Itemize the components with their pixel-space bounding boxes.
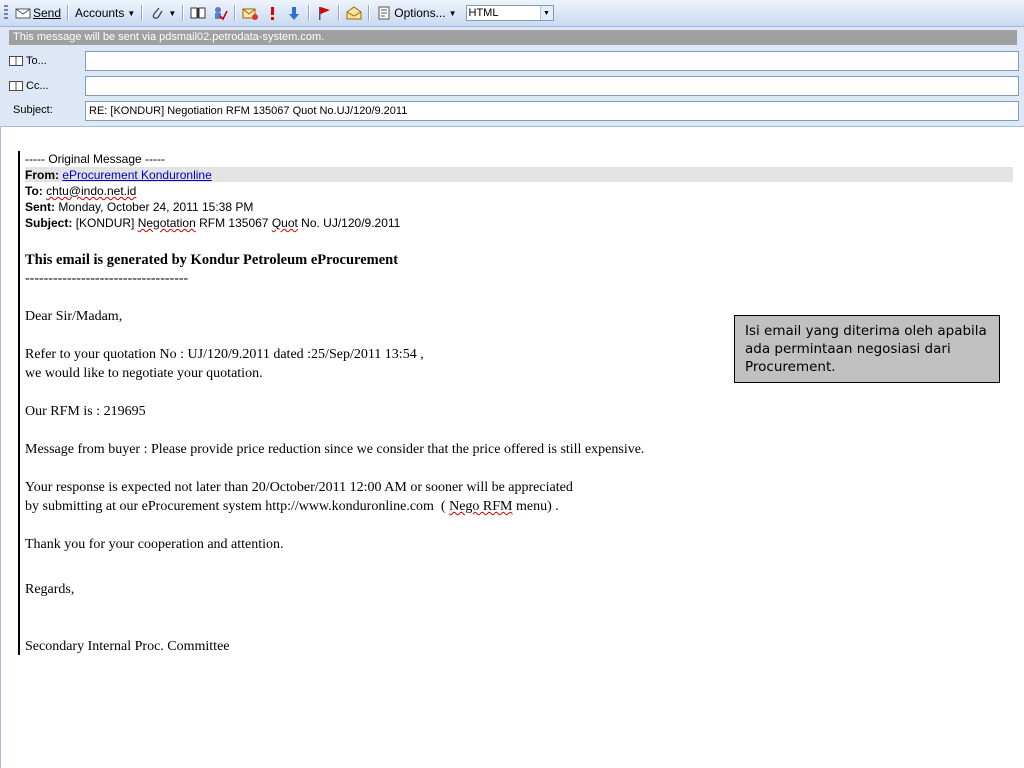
sent-value: Monday, October 24, 2011 15:38 PM: [58, 200, 254, 214]
exclamation-icon: [264, 5, 280, 21]
permission-button[interactable]: [343, 3, 365, 23]
body-heading: This email is generated by Kondur Petrol…: [25, 252, 399, 268]
toolbar-grip[interactable]: [4, 5, 8, 21]
paperclip-icon: [149, 5, 165, 21]
options-button[interactable]: Options... ▼: [373, 3, 459, 23]
address-book-button[interactable]: [187, 3, 209, 23]
original-sent: Sent: Monday, October 24, 2011 15:38 PM: [25, 200, 253, 214]
original-from: From: eProcurement Konduronline: [25, 168, 212, 182]
accounts-button[interactable]: Accounts ▼: [72, 3, 138, 23]
subject-row: Subject: RE: [KONDUR] Negotiation RFM 13…: [0, 101, 1024, 121]
response-line-2: by submitting at our eProcurement system…: [25, 499, 559, 514]
message-header: This message will be sent via pdsmail02.…: [0, 27, 1024, 127]
to-button[interactable]: To...: [9, 51, 75, 71]
from-link[interactable]: eProcurement Konduronline: [62, 168, 211, 182]
greeting: Dear Sir/Madam,: [25, 309, 123, 324]
compose-toolbar: Send Accounts ▼ ▼ Options... ▼ HTML ▼: [0, 0, 1024, 27]
subject-field[interactable]: RE: [KONDUR] Negotiation RFM 135067 Quot…: [85, 101, 1019, 121]
original-subject: Subject: [KONDUR] Negotation RFM 135067 …: [25, 216, 401, 230]
original-to: To: chtu@indo.net.id: [25, 184, 136, 198]
accounts-label: Accounts: [75, 6, 125, 20]
message-format-value: HTML: [468, 7, 499, 19]
to-label: To:: [25, 184, 43, 198]
regards-line: Regards,: [25, 582, 75, 597]
envelope-options-icon: [242, 5, 259, 21]
cc-row: Cc...: [0, 76, 1024, 96]
annotation-callout: Isi email yang diterima oleh apabila ada…: [734, 315, 1000, 383]
arrow-down-icon: [286, 5, 302, 21]
original-message-marker: ----- Original Message -----: [25, 152, 166, 166]
message-options-button[interactable]: [239, 3, 261, 23]
cc-field[interactable]: [85, 76, 1019, 96]
info-bar: This message will be sent via pdsmail02.…: [9, 30, 1017, 45]
envelope-open-icon: [346, 5, 362, 21]
nego-rfm-text: Nego RFM: [449, 499, 513, 514]
body-line-1: Refer to your quotation No : UJ/120/9.20…: [25, 347, 424, 362]
cc-label: Cc...: [26, 80, 49, 92]
quote-bar: [18, 151, 20, 655]
sent-label: Sent:: [25, 200, 55, 214]
send-label: Send: [33, 6, 62, 20]
check-names-icon: [212, 5, 228, 21]
address-book-icon: [9, 56, 23, 66]
options-label: Options...: [394, 6, 446, 20]
chevron-down-icon: ▼: [539, 6, 553, 20]
address-book-icon: [9, 81, 23, 91]
response-line-1: Your response is expected not later than…: [25, 480, 573, 495]
subject-label: Subject:: [13, 104, 53, 116]
address-book-icon: [190, 5, 206, 21]
cc-button[interactable]: Cc...: [9, 76, 75, 96]
check-names-button[interactable]: [209, 3, 231, 23]
body-rule: -----------------------------------: [25, 271, 189, 286]
send-button[interactable]: Send: [12, 3, 64, 23]
follow-up-button[interactable]: [313, 3, 335, 23]
attach-file-button[interactable]: ▼: [146, 3, 179, 23]
to-label: To...: [26, 55, 47, 67]
to-address: chtu@indo.net.id: [46, 184, 137, 198]
low-importance-button[interactable]: [283, 3, 305, 23]
from-label: From:: [25, 168, 59, 182]
chevron-down-icon: ▼: [168, 8, 177, 18]
signature: Secondary Internal Proc. Committee: [25, 639, 230, 654]
message-body[interactable]: ----- Original Message ----- From: eProc…: [0, 127, 1024, 768]
thanks-line: Thank you for your cooperation and atten…: [25, 537, 284, 552]
buyer-message: Message from buyer : Please provide pric…: [25, 442, 645, 457]
flag-icon: [316, 5, 332, 21]
chevron-down-icon: ▼: [127, 8, 136, 18]
high-importance-button[interactable]: [261, 3, 283, 23]
chevron-down-icon: ▼: [448, 8, 457, 18]
rfm-line: Our RFM is : 219695: [25, 404, 146, 419]
to-row: To...: [0, 51, 1024, 71]
options-icon: [376, 5, 392, 21]
body-line-2: we would like to negotiate your quotatio…: [25, 366, 263, 381]
message-format-select[interactable]: HTML ▼: [465, 5, 554, 21]
subject-label: Subject:: [25, 216, 73, 230]
to-field[interactable]: [85, 51, 1019, 71]
send-icon: [15, 5, 31, 21]
